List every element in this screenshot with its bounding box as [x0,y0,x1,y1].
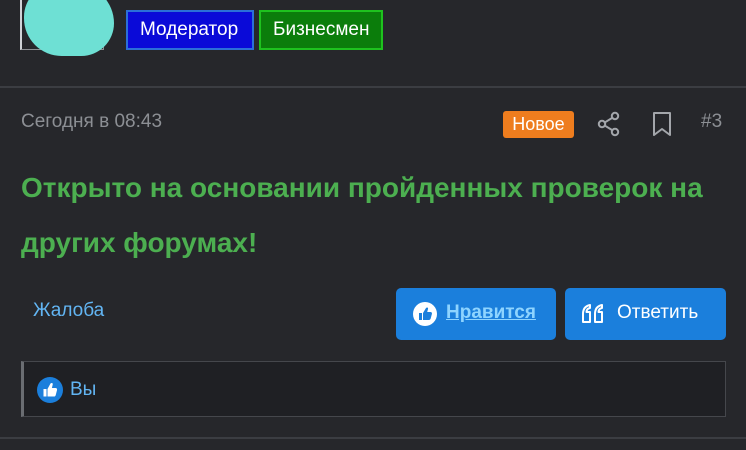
reply-label: Ответить [617,302,699,323]
reaction-user-link[interactable]: Вы [70,379,96,401]
quote-icon [582,304,603,323]
post-number-link[interactable]: #3 [701,111,722,133]
new-badge: Новое [503,111,574,138]
divider [0,437,746,439]
post-date[interactable]: Сегодня в 08:43 [21,111,162,133]
share-icon[interactable] [596,111,622,137]
like-reaction-icon [37,377,63,403]
report-link[interactable]: Жалоба [33,300,104,322]
like-label: Нравится [446,302,536,323]
role-badge-moderator: Модератор [126,10,254,50]
post-container: Модератор Бизнесмен Сегодня в 08:43 Ново… [0,0,746,450]
like-button[interactable]: Нравится [396,288,556,340]
reactions-bar[interactable]: Вы [21,361,726,417]
thumbs-up-icon [413,302,437,326]
reply-button[interactable]: Ответить [565,288,726,340]
divider [0,86,746,88]
role-badge-businessman: Бизнесмен [259,10,383,50]
avatar[interactable] [24,0,114,56]
bookmark-icon[interactable] [651,111,673,137]
post-text: Открыто на основании пройденных проверок… [21,172,703,258]
